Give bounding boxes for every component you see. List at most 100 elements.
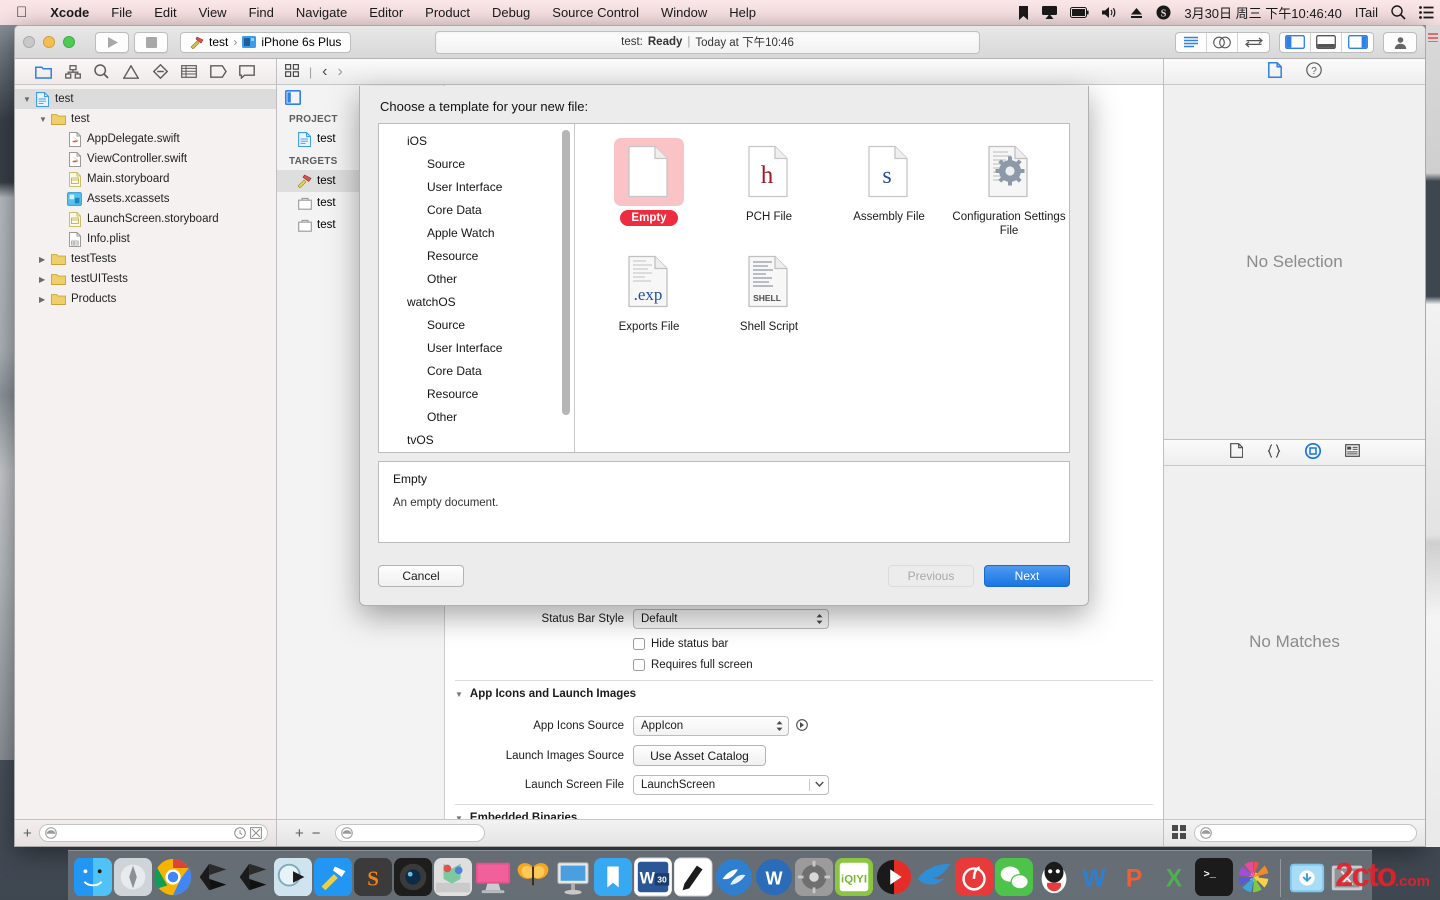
file-tree-row[interactable]: ▶Info.plist <box>15 229 276 249</box>
template-item[interactable]: s Assembly File <box>829 138 949 238</box>
dock-item-keynote[interactable] <box>554 857 592 897</box>
file-tree-row[interactable]: ▶Main.storyboard <box>15 169 276 189</box>
dock-item-launchpad[interactable] <box>114 857 153 897</box>
airplay-icon[interactable] <box>1042 6 1058 19</box>
template-item[interactable]: h PCH File <box>709 138 829 238</box>
file-tree-row[interactable]: ▼ test <box>15 89 276 109</box>
template-item[interactable]: SHELL Shell Script <box>709 248 829 334</box>
hide-utilities-icon[interactable] <box>1342 33 1373 52</box>
menu-item-view[interactable]: View <box>188 0 238 25</box>
dock-item-evernote[interactable] <box>715 857 753 897</box>
dock-item-wps-word[interactable]: W <box>1075 857 1113 897</box>
run-button[interactable] <box>95 31 129 53</box>
menu-item-xcode[interactable]: Xcode <box>39 0 100 25</box>
version-editor-icon[interactable] <box>1238 33 1269 52</box>
template-item[interactable]: Configuration Settings File <box>949 138 1069 238</box>
add-file-button[interactable]: + <box>23 825 32 842</box>
hamburger-icon[interactable] <box>1428 33 1438 42</box>
dock-item-wps-presentation[interactable]: P <box>1115 857 1153 897</box>
minimize-button[interactable] <box>43 36 55 48</box>
eject-icon[interactable] <box>1130 7 1143 19</box>
previous-button[interactable]: Previous <box>888 565 974 587</box>
dock-item-system-preferences[interactable] <box>794 857 833 897</box>
close-button[interactable] <box>23 36 35 48</box>
file-tree-row[interactable]: ▶ testTests <box>15 249 276 269</box>
zoom-button[interactable] <box>63 36 75 48</box>
menu-item-editor[interactable]: Editor <box>358 0 414 25</box>
menu-item-edit[interactable]: Edit <box>143 0 187 25</box>
editor-filter-field[interactable] <box>334 824 485 842</box>
template-category-child[interactable]: Core Data <box>379 199 574 222</box>
symbol-navigator-icon[interactable] <box>63 63 83 81</box>
app-icons-section-header[interactable]: ▼ App Icons and Launch Images <box>445 681 1163 707</box>
dock-item-xcode[interactable] <box>314 857 353 897</box>
dock-item-finder[interactable] <box>74 857 113 897</box>
dock-item-maps[interactable] <box>434 857 473 897</box>
project-file-tree[interactable]: ▼test▼test▶AppDelegate.swift▶ViewControl… <box>15 85 276 818</box>
project-navigator-icon[interactable] <box>34 63 54 81</box>
apple-logo-icon[interactable]:  <box>8 0 39 25</box>
dock-item-imac[interactable] <box>474 857 512 897</box>
disclosure-open-icon[interactable]: ▼ <box>23 95 35 104</box>
dock-item-unity[interactable] <box>194 857 232 897</box>
template-category-child[interactable]: Other <box>379 268 574 291</box>
file-inspector-icon[interactable] <box>1267 62 1282 81</box>
file-tree-row[interactable]: ▶ testUITests <box>15 269 276 289</box>
dock-item-microsoft-word[interactable]: W 30 <box>634 857 673 897</box>
breakpoint-navigator-icon[interactable] <box>208 63 228 81</box>
reveal-in-navigator-icon[interactable] <box>796 718 808 734</box>
dock-item-wechat[interactable] <box>994 857 1033 897</box>
menu-bar-datetime[interactable]: 3月30日 周三 下午10:46:40 <box>1184 3 1342 22</box>
volume-icon[interactable] <box>1102 6 1117 19</box>
app-icons-source-popup[interactable]: AppIcon <box>633 716 789 736</box>
template-category-child[interactable]: Resource <box>379 383 574 406</box>
menu-item-product[interactable]: Product <box>414 0 481 25</box>
dock-item-wps-spreadsheet[interactable]: X <box>1155 857 1193 897</box>
status-bar-style-popup[interactable]: Default <box>633 609 829 629</box>
menu-item-debug[interactable]: Debug <box>481 0 541 25</box>
issue-navigator-icon[interactable] <box>121 63 141 81</box>
template-grid[interactable]: Empty h PCH File s Assembly File Configuratio… <box>575 124 1069 452</box>
dock-item-wps-writer[interactable]: W <box>755 857 793 897</box>
file-tree-row[interactable]: ▶AppDelegate.swift <box>15 129 276 149</box>
report-navigator-icon[interactable] <box>237 63 257 81</box>
dock-item-downloads-stack[interactable] <box>1288 857 1326 897</box>
dock[interactable]: S W 30 WiQIYI W P X >_ <box>68 850 1372 900</box>
dock-item-unity-monodevelop[interactable] <box>274 857 313 897</box>
view-toggle-segmented-control[interactable] <box>1279 31 1374 53</box>
dock-item-terminal[interactable]: >_ <box>1194 857 1233 897</box>
object-library-icon[interactable] <box>1304 442 1321 462</box>
template-category-child[interactable]: Core Data <box>379 360 574 383</box>
dock-item-notes[interactable] <box>674 857 713 897</box>
category-scrollbar-thumb[interactable] <box>562 130 570 415</box>
bookmark-icon[interactable] <box>1018 5 1029 20</box>
add-target-button[interactable]: + <box>295 825 304 842</box>
debug-navigator-icon[interactable] <box>179 63 199 81</box>
test-navigator-icon[interactable] <box>150 63 170 81</box>
template-category-child[interactable]: Source <box>379 153 574 176</box>
standard-editor-icon[interactable] <box>1176 32 1207 52</box>
template-item[interactable]: Empty <box>589 138 709 238</box>
embedded-binaries-section-header[interactable]: ▼ Embedded Binaries <box>445 805 1163 819</box>
section-disclosure-icon[interactable]: ▼ <box>455 690 463 699</box>
file-tree-row[interactable]: ▶LaunchScreen.storyboard <box>15 209 276 229</box>
disclosure-open-icon[interactable]: ▼ <box>39 115 51 124</box>
file-tree-row[interactable]: ▶ViewController.swift <box>15 149 276 169</box>
hide-debug-area-icon[interactable] <box>1311 32 1342 52</box>
notification-center-icon[interactable] <box>1419 6 1434 19</box>
disclosure-closed-icon[interactable]: ▶ <box>39 275 51 284</box>
dock-item-iqiyi[interactable]: iQIYI <box>834 857 873 897</box>
hide-navigator-icon[interactable] <box>1280 32 1311 52</box>
dock-item-youku[interactable] <box>875 857 913 897</box>
file-tree-row[interactable]: ▶Assets.xcassets <box>15 189 276 209</box>
navigator-filter-field[interactable] <box>38 824 268 842</box>
menu-item-find[interactable]: Find <box>238 0 285 25</box>
requires-full-screen-checkbox[interactable] <box>633 659 645 671</box>
cancel-button[interactable]: Cancel <box>378 565 464 587</box>
menu-bar-username[interactable]: ITail <box>1355 5 1378 20</box>
template-category-list[interactable]: iOS Source User Interface Core Data Apple Wa… <box>379 124 575 452</box>
menu-item-help[interactable]: Help <box>718 0 767 25</box>
dock-item-photo-booth[interactable] <box>394 857 433 897</box>
template-item[interactable]: .exp Exports File <box>589 248 709 334</box>
sogou-input-icon[interactable]: S <box>1156 5 1171 20</box>
